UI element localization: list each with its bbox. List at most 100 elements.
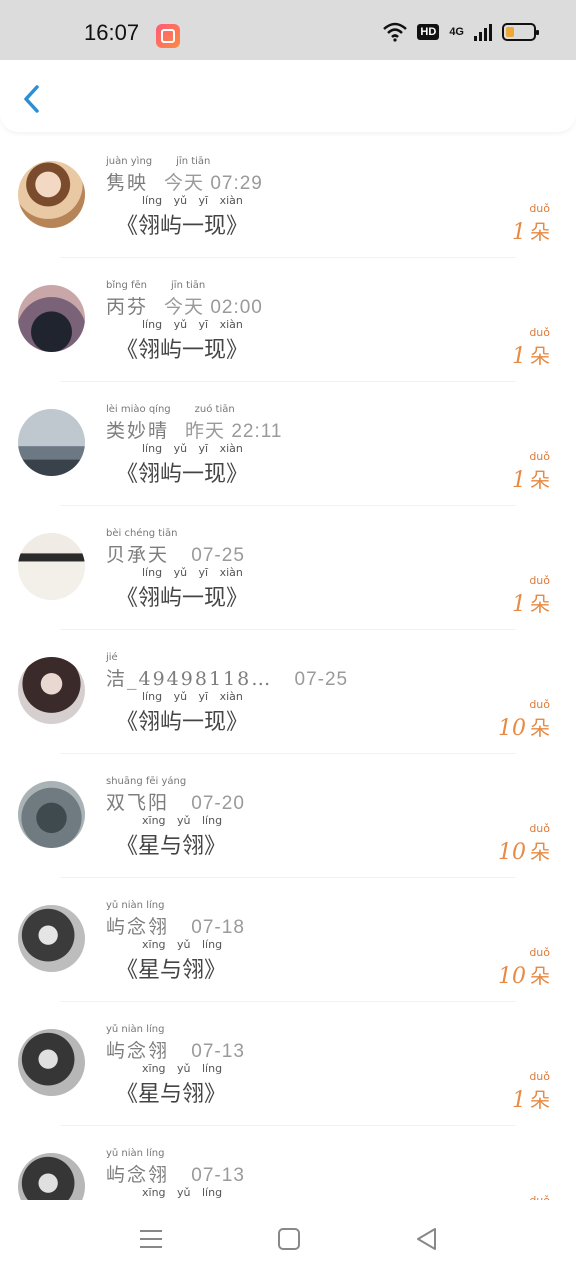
gift-name-pinyin: líng yǔ yī xiàn [142, 194, 243, 207]
gift-count: 1 [512, 468, 526, 493]
gift-quantity: duǒ 1 朵 [512, 450, 550, 493]
home-square-icon[interactable] [276, 1226, 302, 1252]
sender-name-pinyin: bǐng fēn jīn tiān [106, 280, 206, 291]
network-type-label: 4G [449, 26, 464, 38]
sender-name: 洁_49498118… [106, 668, 273, 690]
avatar[interactable] [18, 781, 85, 848]
time-label: 昨天 [185, 421, 226, 442]
sender-name: 屿念翎 [106, 916, 170, 938]
gift-unit: 朵 [530, 592, 550, 616]
gift-count: 10 [498, 840, 526, 865]
gift-quantity: duǒ 10 朵 [498, 946, 550, 989]
gift-name: xīng yǔ líng《星与翎》 [116, 1186, 226, 1200]
sender-name: 丙芬 [106, 296, 149, 318]
gift-record-row[interactable]: lèi miào qíng zuó tiān 类妙晴 昨天 22:11 líng yǔ … [0, 382, 576, 506]
gift-name-pinyin: líng yǔ yī xiàn [142, 318, 243, 331]
time-value: 07-13 [191, 1165, 245, 1186]
app-notification-icon [156, 24, 180, 48]
gift-name: líng yǔ yī xiàn 《翎屿一现》 [116, 690, 249, 735]
avatar[interactable] [18, 657, 85, 724]
time-value: 07:29 [210, 173, 263, 194]
gift-name-text: 翎屿一现 [138, 214, 227, 239]
avatar[interactable] [18, 905, 85, 972]
gift-record-row[interactable]: juàn yìng jīn tiān 隽映 今天 07:29 líng yǔ yī xi… [0, 134, 576, 258]
sender-meta: yǔ niàn líng 屿念翎 07-18 [106, 900, 245, 939]
signal-icon [474, 23, 492, 41]
sender-name-pinyin: shuāng fēi yáng [106, 776, 187, 787]
gift-name-pinyin: xīng yǔ líng [142, 814, 223, 827]
wifi-icon [383, 22, 408, 42]
gift-count: 1 [512, 592, 526, 617]
send-time: 今天 07:29 [164, 173, 263, 194]
time-value: 07-18 [191, 917, 245, 938]
time-label-pinyin: jīn tiān [171, 280, 206, 291]
gift-record-row[interactable]: bǐng fēn jīn tiān 丙芬 今天 02:00 líng yǔ yī xià… [0, 258, 576, 382]
send-time: 今天 02:00 [164, 297, 263, 318]
gift-record-row[interactable]: bèi chéng tiān 贝承天 07-25 líng yǔ yī xiàn 《翎… [0, 506, 576, 630]
sender-meta: yǔ niàn líng 屿念翎 07-13 [106, 1024, 245, 1063]
header-bar [0, 60, 576, 132]
sender-meta: yǔ niàn líng 屿念翎 07-13 [106, 1148, 245, 1187]
gift-record-row[interactable]: jié 洁_49498118… 07-25 líng yǔ yī xiàn 《翎屿一现… [0, 630, 576, 754]
avatar[interactable] [18, 285, 85, 352]
time-value: 22:11 [231, 421, 283, 442]
sender-name-pinyin: juàn yìng jīn tiān [106, 156, 211, 167]
send-time: 07-13 [185, 1041, 245, 1062]
gift-unit: 朵 [530, 344, 550, 368]
gift-name: líng yǔ yī xiàn 《翎屿一现》 [116, 194, 249, 239]
gift-record-row[interactable]: shuāng fēi yáng 双飞阳 07-20 xīng yǔ líng 《星与翎… [0, 754, 576, 878]
gift-quantity: duǒ 1 朵 [512, 326, 550, 369]
send-time: 07-18 [185, 917, 245, 938]
unit-pinyin: duǒ [529, 326, 550, 339]
gift-record-list[interactable]: juàn yìng jīn tiān 隽映 今天 07:29 líng yǔ yī xi… [0, 134, 576, 1200]
avatar[interactable] [18, 161, 85, 228]
sender-name: 类妙晴 [106, 420, 170, 442]
gift-unit: 朵 [530, 964, 550, 988]
time-label: 今天 [164, 173, 205, 194]
time-label-pinyin: zuó tiān [194, 404, 235, 415]
unit-pinyin: duǒ [529, 1070, 550, 1083]
sender-name: 贝承天 [106, 544, 170, 566]
sender-name: 屿念翎 [106, 1164, 170, 1186]
gift-record-row[interactable]: yǔ niàn líng屿念翎 07-13xīng yǔ líng《星与翎》du… [0, 1126, 576, 1200]
sender-name-pinyin: yǔ niàn líng [106, 900, 165, 911]
avatar[interactable] [18, 409, 85, 476]
gift-name: xīng yǔ líng《星与翎》 [116, 814, 227, 859]
time-value: 07-13 [191, 1041, 245, 1062]
gift-quantity: duǒ 1 朵 [512, 202, 550, 245]
gift-quantity: duǒ 1 朵 [512, 1070, 550, 1113]
sender-name-pinyin: yǔ niàn líng [106, 1024, 165, 1035]
avatar[interactable] [18, 533, 85, 600]
chevron-left-icon[interactable] [18, 82, 48, 116]
gift-name-text: 星与翎 [138, 1082, 205, 1107]
gift-unit: 朵 [530, 1088, 550, 1112]
time-value: 02:00 [210, 297, 263, 318]
unit-pinyin: duǒ [529, 698, 550, 711]
send-time: 07-13 [185, 1165, 245, 1186]
gift-count: 1 [512, 220, 526, 245]
menu-icon[interactable] [138, 1226, 164, 1252]
sender-name-pinyin: yǔ niàn líng [106, 1148, 165, 1159]
gift-quantity: duǒ 10 朵 [498, 822, 550, 865]
battery-icon [502, 23, 539, 41]
gift-name: líng yǔ yī xiàn 《翎屿一现》 [116, 318, 249, 363]
gift-name: xīng yǔ líng《星与翎》 [116, 1062, 227, 1107]
gift-record-row[interactable]: yǔ niàn líng屿念翎 07-13xīng yǔ líng《星与翎》 du… [0, 1002, 576, 1126]
time-label-pinyin: jīn tiān [176, 156, 211, 167]
gift-unit: 朵 [530, 220, 550, 244]
avatar[interactable] [18, 1153, 85, 1200]
sender-name-pinyin: lèi miào qíng zuó tiān [106, 404, 235, 415]
hd-icon: HD [417, 24, 440, 40]
status-time: 16:07 [84, 20, 140, 45]
avatar[interactable] [18, 1029, 85, 1096]
gift-record-row[interactable]: yǔ niàn líng 屿念翎 07-18 xīng yǔ líng 《星与翎》 du… [0, 878, 576, 1002]
unit-pinyin: duǒ [529, 574, 550, 587]
sender-meta: jié 洁_49498118… 07-25 [106, 652, 348, 691]
sender-meta: shuāng fēi yáng 双飞阳 07-20 [106, 776, 245, 815]
gift-count: 10 [498, 716, 526, 741]
back-triangle-icon[interactable] [414, 1226, 440, 1252]
gift-unit: 朵 [530, 716, 550, 740]
gift-name-text: 翎屿一现 [138, 710, 227, 735]
gift-name-text: 星与翎 [138, 834, 205, 859]
sender-meta: lèi miào qíng zuó tiān 类妙晴 昨天 22:11 [106, 404, 282, 443]
